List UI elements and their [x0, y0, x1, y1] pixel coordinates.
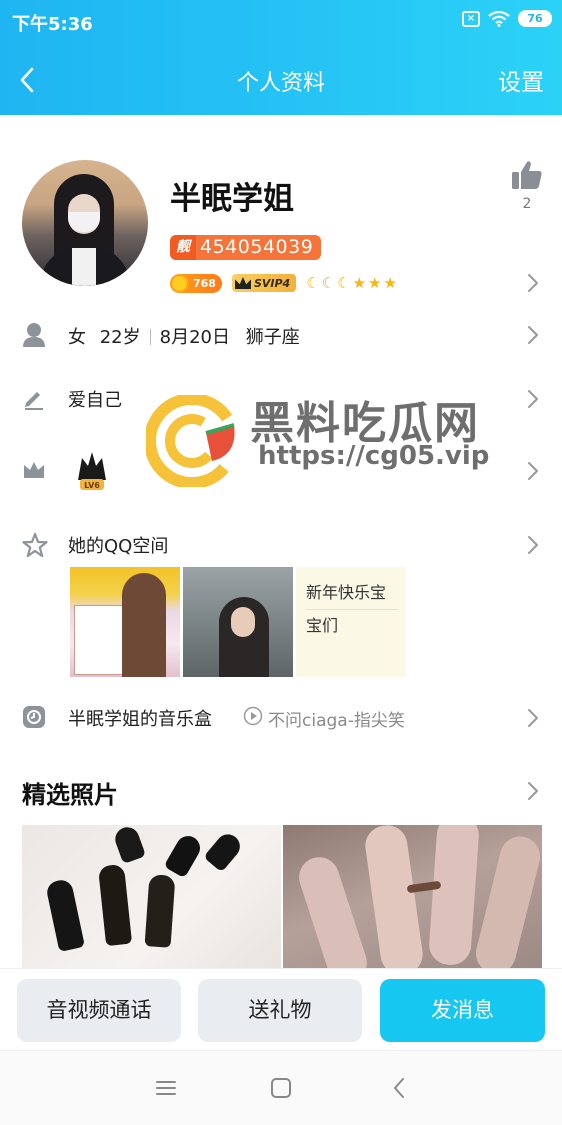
crown-outline-icon — [22, 458, 48, 484]
post-line: 新年快乐宝 — [306, 577, 398, 610]
chevron-right-icon[interactable] — [526, 272, 540, 294]
avatar[interactable] — [22, 160, 148, 286]
qq-number: 454054039 — [196, 235, 322, 260]
qq-number-badge[interactable]: 靓 454054039 — [170, 235, 322, 260]
send-gift-button[interactable]: 送礼物 — [198, 979, 362, 1042]
chevron-right-icon[interactable] — [526, 324, 540, 346]
video-call-button[interactable]: 音视频通话 — [17, 979, 181, 1042]
menu-icon[interactable] — [153, 1075, 179, 1101]
like-count: 2 — [522, 196, 532, 212]
thumbs-up-icon — [511, 161, 543, 194]
birthday: 8月20日 — [159, 327, 230, 348]
chevron-right-icon[interactable] — [526, 780, 540, 802]
system-nav-bar — [0, 1050, 562, 1125]
signature-text: 爱自己 — [68, 390, 122, 411]
qzone-text-post[interactable]: 新年快乐宝 宝们 — [296, 567, 406, 677]
signature-row[interactable]: 爱自己 — [0, 384, 562, 414]
star-icon: ★ — [352, 274, 367, 292]
qzone-row[interactable]: 她的QQ空间 — [0, 530, 562, 560]
star-outline-icon — [22, 532, 48, 558]
star-icon: ★ — [368, 274, 382, 292]
moon-icon: ☾ — [306, 274, 320, 292]
post-line: 宝们 — [306, 616, 339, 635]
song-name: 不问ciaga-指尖笑 — [268, 711, 405, 731]
svip-label: SVIP4 — [253, 276, 291, 290]
chevron-right-icon[interactable] — [526, 707, 540, 729]
qzone-photo[interactable] — [183, 567, 293, 677]
sim-icon: × — [462, 10, 480, 27]
featured-photo[interactable] — [283, 825, 542, 975]
age: 22岁 — [99, 327, 141, 348]
star-icon: ★ — [383, 274, 397, 292]
back-nav-icon[interactable] — [387, 1075, 413, 1101]
nickname: 半眠学姐 — [170, 181, 294, 217]
play-icon[interactable] — [243, 706, 263, 730]
music-title: 半眠学姐的音乐盒 — [68, 709, 212, 730]
gender: 女 — [68, 327, 86, 348]
zodiac: 狮子座 — [245, 327, 300, 348]
moon-icon: ☾ — [321, 274, 336, 292]
status-time: 下午5:36 — [12, 14, 93, 35]
action-bar: 音视频通话 送礼物 发消息 — [0, 968, 562, 1050]
pencil-icon — [22, 386, 48, 412]
like-button[interactable]: 2 — [510, 160, 544, 212]
svip-badge: SVIP4 — [231, 274, 297, 292]
battery-indicator: 76 — [518, 10, 552, 27]
music-box-icon — [22, 705, 48, 731]
crown-icon — [234, 277, 251, 289]
send-message-button[interactable]: 发消息 — [380, 979, 545, 1042]
featured-photos-title: 精选照片 — [22, 781, 118, 809]
qzone-photos: 新年快乐宝 宝们 — [70, 567, 406, 677]
qzone-title: 她的QQ空间 — [68, 536, 169, 557]
wifi-icon — [488, 10, 510, 27]
vip-level-label: LV6 — [84, 481, 100, 490]
home-icon[interactable] — [268, 1075, 294, 1101]
featured-photo[interactable] — [22, 825, 281, 975]
level-value: 768 — [193, 276, 216, 290]
qzone-photo[interactable] — [70, 567, 180, 677]
top-header: 下午5:36 × 76 个人资料 设置 — [0, 0, 562, 115]
level-badge: 768 — [170, 273, 222, 293]
featured-photos — [22, 825, 542, 975]
chevron-right-icon[interactable] — [526, 534, 540, 556]
chevron-right-icon[interactable] — [526, 388, 540, 410]
status-bar: 下午5:36 × 76 — [0, 0, 562, 42]
moon-icon: ☾ — [337, 274, 351, 292]
status-icons: × 76 — [462, 10, 552, 27]
pretty-number-tag: 靓 — [170, 235, 196, 260]
rank-icons: ☾ ☾ ☾ ★ ★ ★ — [306, 274, 397, 292]
basic-info-row[interactable]: 女 22岁 8月20日 狮子座 — [0, 320, 562, 350]
level-badges[interactable]: 768 SVIP4 ☾ ☾ ☾ ★ ★ ★ — [170, 272, 397, 294]
coin-icon — [170, 273, 189, 293]
page-title: 个人资料 — [236, 71, 325, 96]
settings-button[interactable]: 设置 — [498, 63, 544, 97]
music-row[interactable]: 半眠学姐的音乐盒 不问ciaga-指尖笑 — [0, 703, 562, 733]
person-icon — [22, 322, 48, 348]
vip-level-icon: LV6 — [74, 450, 110, 492]
chevron-right-icon[interactable] — [526, 460, 540, 482]
navbar: 个人资料 设置 — [0, 55, 562, 105]
